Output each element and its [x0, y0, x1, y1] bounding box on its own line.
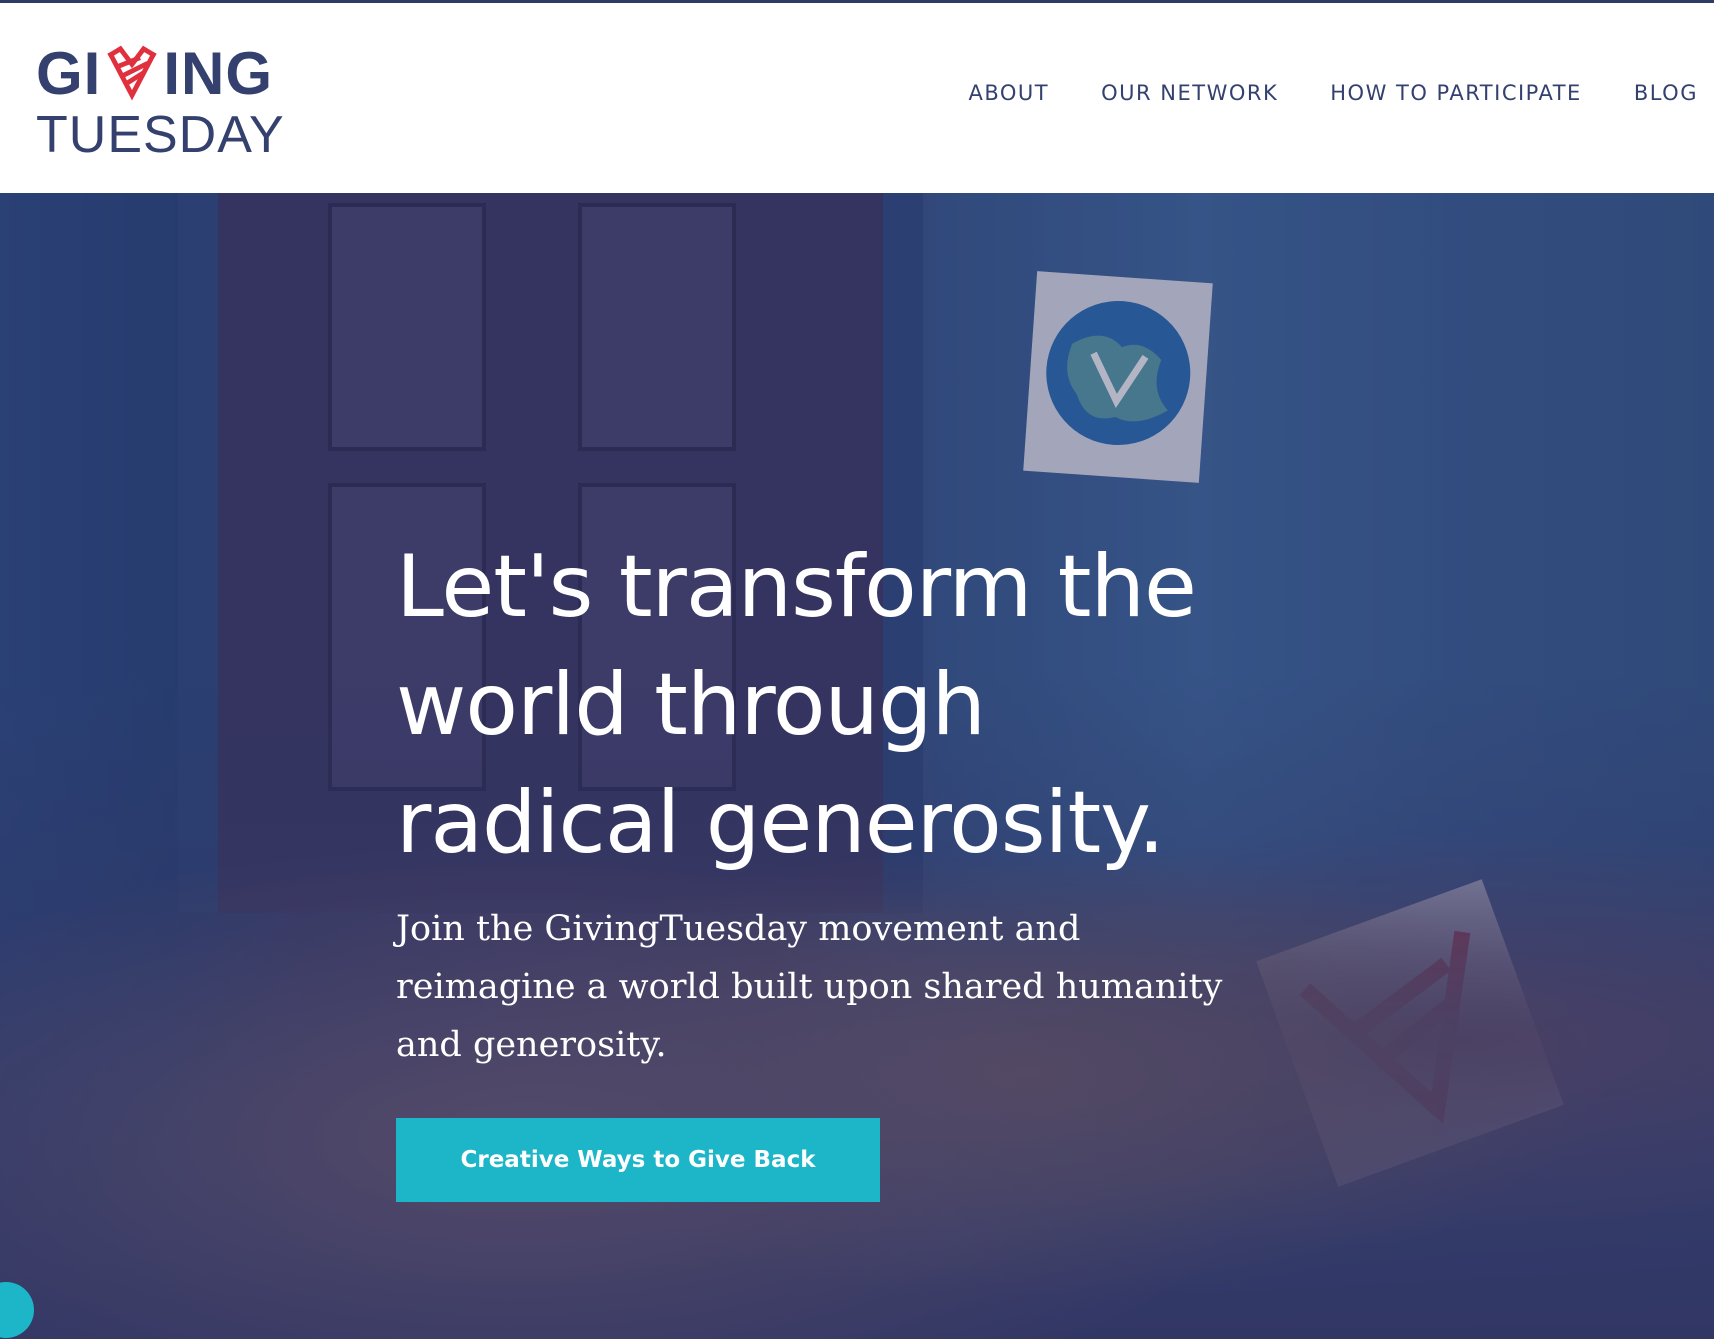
main-nav: ABOUT OUR NETWORK HOW TO PARTICIPATE BLO… [968, 81, 1698, 105]
logo-text-tuesday: TUESDAY [36, 106, 285, 164]
nav-item-how-to-participate[interactable]: HOW TO PARTICIPATE [1330, 81, 1582, 105]
hero-subtitle: Join the GivingTuesday movement and reim… [396, 909, 1223, 1065]
giving-heart-icon [107, 45, 157, 101]
hero-section: Let's transform the world through radica… [0, 193, 1714, 1339]
nav-item-about[interactable]: ABOUT [968, 81, 1049, 105]
site-header: GI ING TUESDAY ABOUT OUR NETWORK HOW TO … [0, 3, 1714, 193]
logo-line-1: GI ING [36, 39, 273, 109]
creative-ways-button[interactable]: Creative Ways to Give Back [396, 1118, 880, 1202]
hero-title: Let's transform the world through radica… [396, 537, 1197, 873]
logo-text-gi: GI [36, 40, 102, 107]
logo-text-ing: ING [163, 40, 274, 107]
hero-content: Let's transform the world through radica… [396, 528, 1276, 1202]
nav-item-blog[interactable]: BLOG [1634, 81, 1698, 105]
giving-tuesday-logo[interactable]: GI ING TUESDAY [36, 39, 286, 163]
nav-item-our-network[interactable]: OUR NETWORK [1101, 81, 1278, 105]
